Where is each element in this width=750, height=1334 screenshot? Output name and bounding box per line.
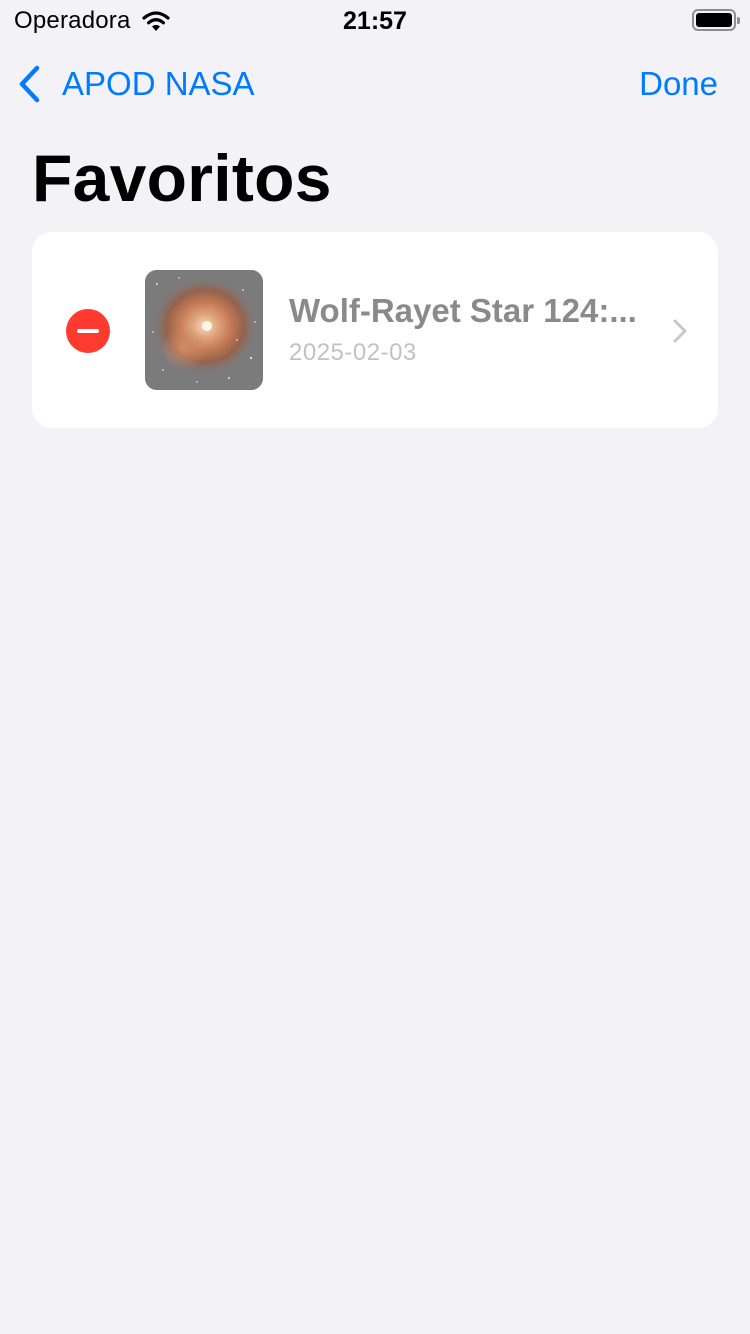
minus-icon bbox=[77, 329, 99, 333]
favorite-date: 2025-02-03 bbox=[289, 339, 417, 366]
battery-level bbox=[696, 13, 732, 27]
back-button[interactable]: APOD NASA bbox=[16, 62, 255, 106]
nebula-thumbnail bbox=[145, 270, 263, 390]
favorites-list: Wolf-Rayet Star 124:... 2025-02-03 bbox=[32, 232, 718, 428]
chevron-right-icon bbox=[673, 319, 687, 343]
favorite-title: Wolf-Rayet Star 124:... bbox=[289, 292, 637, 329]
done-button[interactable]: Done bbox=[639, 62, 718, 106]
battery-icon bbox=[692, 9, 740, 31]
battery-cap bbox=[737, 17, 740, 24]
chevron-left-icon bbox=[19, 65, 40, 103]
page-title: Favoritos bbox=[32, 141, 332, 215]
status-bar: Operadora 21:57 bbox=[0, 0, 750, 40]
back-button-label: APOD NASA bbox=[62, 65, 255, 102]
nebula-image bbox=[145, 270, 263, 390]
delete-button[interactable] bbox=[66, 309, 110, 353]
list-item-text: Wolf-Rayet Star 124:... 2025-02-03 bbox=[289, 290, 659, 368]
status-time: 21:57 bbox=[343, 7, 407, 35]
